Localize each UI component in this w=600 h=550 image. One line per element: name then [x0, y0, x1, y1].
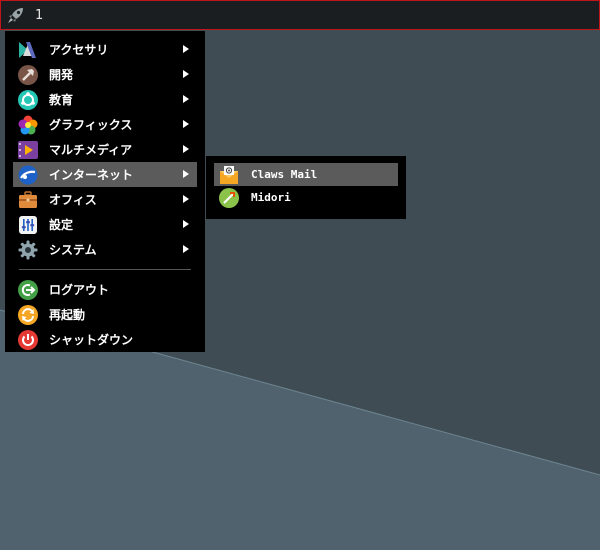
application-menu: アクセサリ 開発 教育 グラフィックス マルチメディア インターネット オフィス…	[5, 31, 205, 352]
submenu-arrow-icon	[183, 70, 189, 78]
menu-item-label: ログアウト	[49, 283, 110, 297]
submenu-item-claws-mail[interactable]: Claws Mail	[214, 163, 398, 186]
submenu-arrow-icon	[183, 95, 189, 103]
graphics-icon	[18, 115, 38, 134]
submenu-arrow-icon	[183, 45, 189, 53]
menu-item-label: システム	[49, 243, 97, 257]
workspace-indicator[interactable]: 1	[35, 8, 43, 23]
submenu-arrow-icon	[183, 170, 189, 178]
menu-item-label: 開発	[49, 68, 74, 82]
submenu-arrow-icon	[183, 245, 189, 253]
menu-item-shutdown[interactable]: シャットダウン	[13, 327, 197, 352]
menu-item-multimedia[interactable]: マルチメディア	[13, 137, 197, 162]
midori-icon	[219, 187, 239, 208]
shutdown-icon	[18, 329, 38, 350]
submenu-item-label: Claws Mail	[251, 168, 318, 181]
menu-item-label: シャットダウン	[49, 333, 134, 347]
submenu-arrow-icon	[183, 145, 189, 153]
submenu-item-midori[interactable]: Midori	[214, 186, 398, 209]
menu-item-label: マルチメディア	[49, 143, 133, 157]
office-icon	[19, 190, 37, 208]
menu-item-settings[interactable]: 設定	[13, 212, 197, 237]
settings-icon	[19, 215, 37, 234]
menu-item-label: アクセサリ	[49, 43, 109, 57]
menu-separator	[19, 269, 191, 270]
menu-item-label: 教育	[49, 93, 74, 107]
accessories-icon	[19, 41, 36, 58]
logout-icon	[18, 279, 38, 300]
development-icon	[18, 64, 38, 85]
menu-item-reboot[interactable]: 再起動	[13, 302, 197, 327]
menu-item-label: オフィス	[49, 193, 97, 207]
system-icon	[18, 240, 38, 259]
menu-item-graphics[interactable]: グラフィックス	[13, 112, 197, 137]
education-icon	[18, 89, 38, 110]
menu-item-label: インターネット	[49, 168, 134, 182]
menu-item-office[interactable]: オフィス	[13, 187, 197, 212]
app-launcher-button[interactable]	[1, 1, 31, 29]
menu-item-system[interactable]: システム	[13, 237, 197, 262]
submenu-arrow-icon	[183, 195, 189, 203]
submenu-arrow-icon	[183, 120, 189, 128]
menu-item-logout[interactable]: ログアウト	[13, 277, 197, 302]
menu-item-label: グラフィックス	[49, 118, 133, 132]
submenu-item-label: Midori	[251, 191, 291, 204]
menu-item-label: 再起動	[49, 308, 86, 322]
menu-item-label: 設定	[49, 218, 74, 232]
menu-item-accessories[interactable]: アクセサリ	[13, 37, 197, 62]
submenu-arrow-icon	[183, 220, 189, 228]
multimedia-icon	[18, 140, 38, 159]
internet-icon	[18, 165, 38, 184]
menu-item-development[interactable]: 開発	[13, 62, 197, 87]
taskbar: 1	[0, 0, 600, 30]
menu-item-internet[interactable]: インターネット	[13, 162, 197, 187]
menu-item-education[interactable]: 教育	[13, 87, 197, 112]
reboot-icon	[18, 304, 38, 325]
rocket-icon	[8, 8, 23, 23]
internet-submenu: Claws Mail Midori	[206, 156, 406, 219]
mail-icon	[220, 165, 238, 184]
